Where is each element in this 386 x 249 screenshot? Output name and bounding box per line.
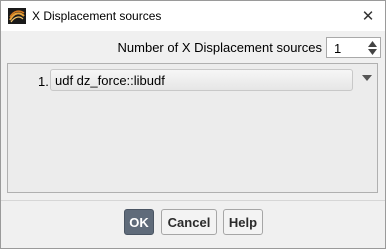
dialog-window: X Displacement sources ✕ Number of X Dis… [0, 0, 386, 249]
source-row-index: 1. [38, 74, 49, 89]
app-icon [8, 8, 26, 24]
dropdown-arrow-icon[interactable] [361, 73, 373, 83]
help-button[interactable]: Help [223, 209, 263, 235]
source-udf-value[interactable]: udf dz_force::libudf [55, 73, 165, 88]
sources-list-panel: 1. udf dz_force::libudf [7, 63, 378, 193]
source-udf-select[interactable]: udf dz_force::libudf [50, 69, 353, 91]
source-count-spinner[interactable]: 1 [326, 37, 381, 58]
window-title: X Displacement sources [32, 9, 162, 23]
title-bar: X Displacement sources ✕ [1, 1, 385, 31]
ok-button[interactable]: OK [124, 209, 154, 235]
footer-divider [1, 200, 385, 201]
close-icon[interactable]: ✕ [359, 7, 377, 25]
source-count-row: Number of X Displacement sources 1 [1, 37, 385, 59]
chevron-down-icon[interactable] [366, 47, 378, 56]
source-count-label: Number of X Displacement sources [117, 40, 322, 55]
source-count-value[interactable]: 1 [334, 41, 341, 56]
cancel-button[interactable]: Cancel [161, 209, 217, 235]
